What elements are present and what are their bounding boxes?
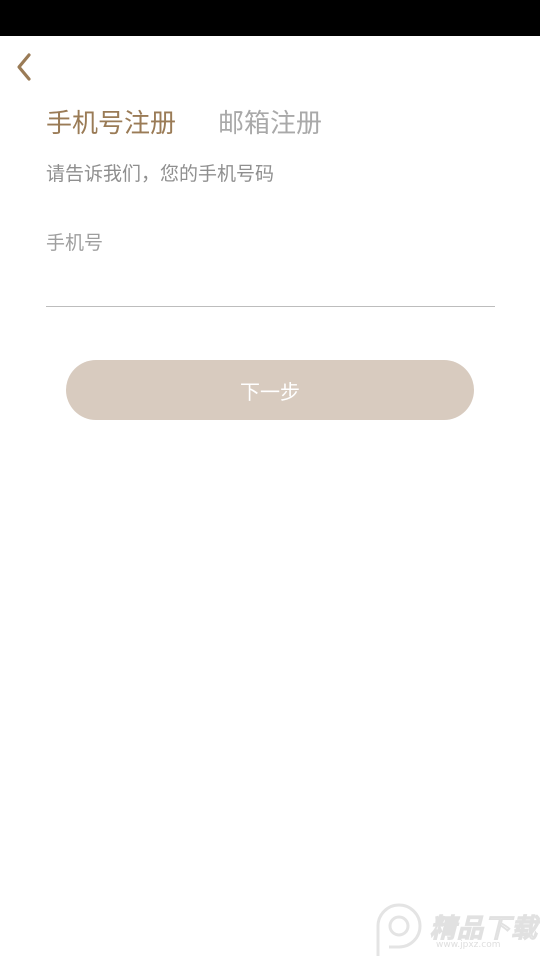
phone-input[interactable] — [46, 262, 494, 304]
register-tabs: 手机号注册 邮箱注册 — [46, 104, 322, 144]
next-step-button[interactable]: 下一步 — [66, 360, 474, 420]
tab-email-register[interactable]: 邮箱注册 — [218, 104, 322, 144]
phone-input-underline — [46, 306, 495, 307]
watermark-url: www.jpxz.com — [436, 940, 501, 950]
chevron-left-icon — [17, 53, 31, 81]
form-subtitle: 请告诉我们，您的手机号码 — [46, 163, 275, 185]
status-bar — [0, 0, 540, 36]
back-button[interactable] — [8, 50, 40, 84]
watermark: 精品下载 www.jpxz.com — [372, 900, 538, 958]
tab-phone-register[interactable]: 手机号注册 — [46, 104, 176, 144]
phone-field-label: 手机号 — [46, 232, 104, 254]
p-logo-icon — [376, 903, 422, 956]
